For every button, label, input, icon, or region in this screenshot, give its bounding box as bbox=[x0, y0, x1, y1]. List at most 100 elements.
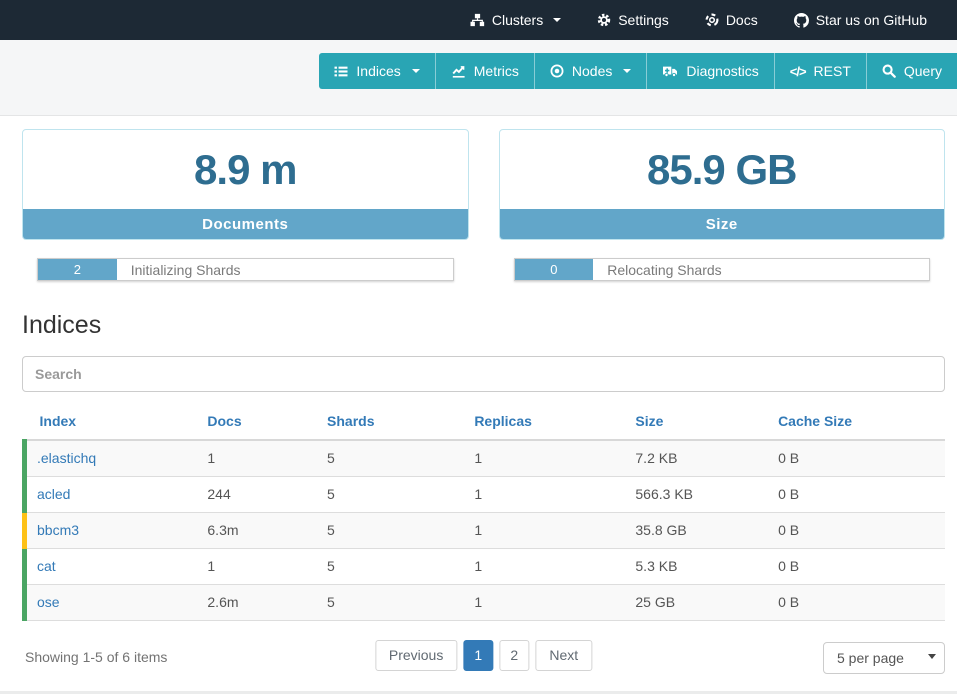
subnav-metrics-button[interactable]: Metrics bbox=[435, 53, 534, 89]
col-header-cache-size[interactable]: Cache Size bbox=[770, 405, 945, 440]
size-cell: 25 GB bbox=[627, 584, 770, 620]
cache-size-cell: 0 B bbox=[770, 548, 945, 584]
subnav-metrics-label: Metrics bbox=[474, 63, 519, 79]
shards-cell: 5 bbox=[319, 548, 466, 584]
main-content: 8.9 m Documents 85.9 GB Size 2 Initializ… bbox=[0, 129, 957, 674]
nav-docs[interactable]: Docs bbox=[705, 12, 758, 28]
docs-cell: 2.6m bbox=[199, 584, 319, 620]
subnav-query-label: Query bbox=[904, 63, 942, 79]
table-footer: Showing 1-5 of 6 items Previous 1 2 Next… bbox=[22, 640, 945, 674]
col-header-docs[interactable]: Docs bbox=[199, 405, 319, 440]
shards-progress-row: 2 Initializing Shards 0 Relocating Shard… bbox=[22, 258, 945, 281]
table-header-row: Index Docs Shards Replicas Size Cache Si… bbox=[25, 405, 946, 440]
subnav-rest-label: REST bbox=[814, 63, 851, 79]
sub-navbar: Indices Metrics Nodes bbox=[0, 40, 957, 116]
index-link[interactable]: bbcm3 bbox=[37, 522, 79, 538]
help-ring-icon bbox=[705, 13, 719, 27]
documents-count: 8.9 m bbox=[23, 130, 468, 209]
replicas-cell: 1 bbox=[466, 476, 627, 512]
nav-github-label: Star us on GitHub bbox=[816, 12, 927, 28]
documents-label: Documents bbox=[23, 209, 468, 239]
shards-cell: 5 bbox=[319, 512, 466, 548]
stat-panel-size: 85.9 GB Size bbox=[499, 129, 946, 240]
cache-size-cell: 0 B bbox=[770, 476, 945, 512]
dot-circle-icon bbox=[550, 64, 564, 78]
index-link[interactable]: ose bbox=[37, 594, 60, 610]
cache-size-cell: 0 B bbox=[770, 440, 945, 476]
col-header-replicas[interactable]: Replicas bbox=[466, 405, 627, 440]
subnav-diagnostics-label: Diagnostics bbox=[686, 63, 758, 79]
shards-cell: 5 bbox=[319, 476, 466, 512]
gear-icon bbox=[597, 13, 611, 27]
chevron-down-icon bbox=[623, 69, 631, 73]
nav-clusters[interactable]: Clusters bbox=[470, 12, 561, 28]
nav-settings-label: Settings bbox=[618, 12, 669, 28]
subnav-nodes-label: Nodes bbox=[572, 63, 612, 79]
per-page-select-wrap: 5 per page bbox=[823, 642, 945, 674]
size-cell: 566.3 KB bbox=[627, 476, 770, 512]
chevron-down-icon bbox=[553, 18, 561, 22]
col-header-size[interactable]: Size bbox=[627, 405, 770, 440]
subnav-query-button[interactable]: Query bbox=[866, 53, 957, 89]
relocating-shards-label: Relocating Shards bbox=[607, 262, 721, 278]
subnav-button-group: Indices Metrics Nodes bbox=[319, 53, 957, 89]
docs-cell: 1 bbox=[199, 548, 319, 584]
table-row: ose 2.6m 5 1 25 GB 0 B bbox=[25, 584, 946, 620]
stat-panels-row: 8.9 m Documents 85.9 GB Size bbox=[22, 129, 945, 240]
code-icon: </> bbox=[790, 64, 806, 79]
index-link[interactable]: .elastichq bbox=[37, 450, 96, 466]
relocating-shards-progressbar: 0 Relocating Shards bbox=[514, 258, 931, 281]
page-title: Indices bbox=[22, 311, 945, 340]
previous-page-button[interactable]: Previous bbox=[375, 640, 457, 671]
initializing-shards-label: Initializing Shards bbox=[131, 262, 241, 278]
search-input[interactable] bbox=[22, 356, 945, 392]
table-row: cat 1 5 1 5.3 KB 0 B bbox=[25, 548, 946, 584]
subnav-nodes-button[interactable]: Nodes bbox=[534, 53, 646, 89]
subnav-diagnostics-button[interactable]: Diagnostics bbox=[646, 53, 773, 89]
relocating-shards-value: 0 bbox=[515, 259, 594, 280]
size-cell: 5.3 KB bbox=[627, 548, 770, 584]
top-navbar: Clusters Settings Docs Star us on GitHub bbox=[0, 0, 957, 40]
size-cell: 7.2 KB bbox=[627, 440, 770, 476]
docs-cell: 1 bbox=[199, 440, 319, 476]
showing-items-text: Showing 1-5 of 6 items bbox=[25, 649, 167, 665]
github-icon bbox=[794, 13, 809, 28]
pagination: Previous 1 2 Next bbox=[375, 640, 592, 671]
size-count: 85.9 GB bbox=[500, 130, 945, 209]
chevron-down-icon bbox=[412, 69, 420, 73]
shards-cell: 5 bbox=[319, 440, 466, 476]
nav-github-star[interactable]: Star us on GitHub bbox=[794, 12, 927, 28]
subnav-rest-button[interactable]: </> REST bbox=[774, 53, 866, 89]
subnav-indices-label: Indices bbox=[356, 63, 400, 79]
sitemap-icon bbox=[470, 13, 485, 27]
ambulance-icon bbox=[662, 64, 678, 78]
next-page-button[interactable]: Next bbox=[535, 640, 592, 671]
replicas-cell: 1 bbox=[466, 512, 627, 548]
cache-size-cell: 0 B bbox=[770, 512, 945, 548]
col-header-shards[interactable]: Shards bbox=[319, 405, 466, 440]
table-row: bbcm3 6.3m 5 1 35.8 GB 0 B bbox=[25, 512, 946, 548]
search-icon bbox=[882, 64, 896, 78]
chart-line-icon bbox=[451, 65, 466, 78]
nav-docs-label: Docs bbox=[726, 12, 758, 28]
col-header-index[interactable]: Index bbox=[25, 405, 200, 440]
initializing-shards-wrap: 2 Initializing Shards bbox=[22, 258, 469, 281]
initializing-shards-progressbar: 2 Initializing Shards bbox=[37, 258, 454, 281]
page-2-button[interactable]: 2 bbox=[499, 640, 529, 671]
initializing-shards-value: 2 bbox=[38, 259, 117, 280]
shards-cell: 5 bbox=[319, 584, 466, 620]
index-link[interactable]: cat bbox=[37, 558, 56, 574]
size-label: Size bbox=[500, 209, 945, 239]
table-row: .elastichq 1 5 1 7.2 KB 0 B bbox=[25, 440, 946, 476]
nav-settings[interactable]: Settings bbox=[597, 12, 669, 28]
table-row: acled 244 5 1 566.3 KB 0 B bbox=[25, 476, 946, 512]
index-link[interactable]: acled bbox=[37, 486, 70, 502]
indices-table: Index Docs Shards Replicas Size Cache Si… bbox=[22, 405, 945, 621]
size-cell: 35.8 GB bbox=[627, 512, 770, 548]
stat-panel-documents: 8.9 m Documents bbox=[22, 129, 469, 240]
subnav-indices-button[interactable]: Indices bbox=[319, 53, 434, 89]
replicas-cell: 1 bbox=[466, 584, 627, 620]
page-1-button[interactable]: 1 bbox=[463, 640, 493, 671]
list-icon bbox=[334, 65, 348, 78]
per-page-select[interactable]: 5 per page bbox=[823, 642, 945, 674]
